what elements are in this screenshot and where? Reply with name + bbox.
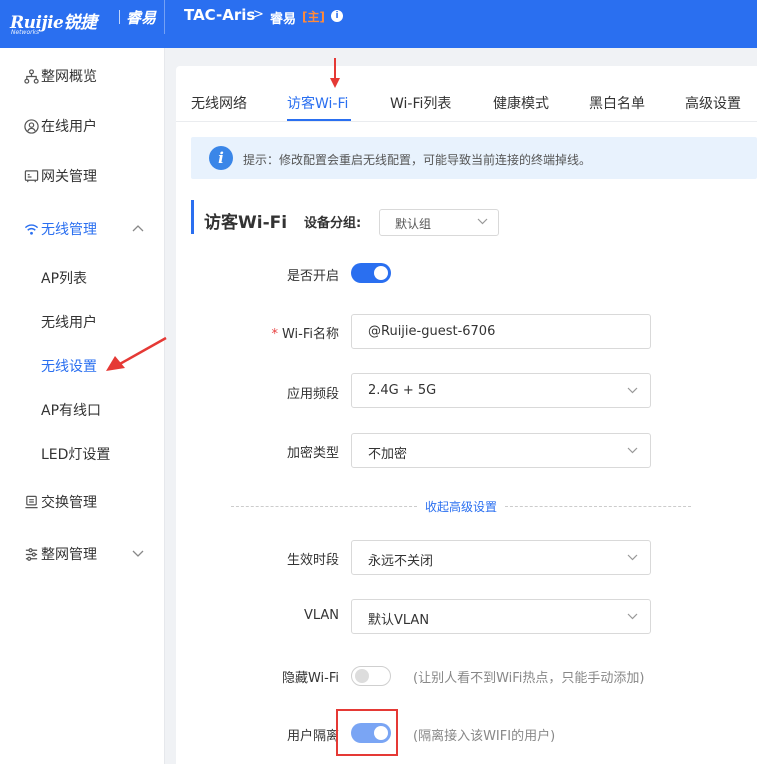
sidebar-item-switch[interactable]: 交换管理 (22, 490, 97, 514)
active-tab-indicator (287, 119, 351, 121)
band-select[interactable]: 2.4G + 5G (351, 373, 651, 408)
sidebar-subitem-wireless-users[interactable]: 无线用户 (41, 312, 97, 334)
hidden-wifi-label: 隐藏Wi-Fi (281, 671, 339, 686)
info-icon: i (209, 146, 233, 170)
device-group-value: 默认组 (395, 217, 432, 231)
ssid-label-text: Wi-Fi名称 (281, 327, 339, 342)
tab-black-white-list[interactable]: 黑白名单 (589, 93, 645, 113)
vlan-select[interactable]: 默认VLAN (351, 599, 651, 634)
chevron-down-icon (627, 550, 638, 564)
gateway-icon (22, 167, 40, 185)
required-mark: * (271, 327, 278, 342)
period-value: 永远不关闭 (368, 554, 434, 569)
topology-icon (22, 67, 40, 85)
ssid-value: @Ruijie-guest-6706 (368, 324, 496, 339)
annotation-arrow-sidebar (106, 336, 167, 371)
sidebar-item-online-users[interactable]: 在线用户 (22, 114, 97, 138)
sidebar-item-label: 网关管理 (41, 169, 97, 185)
encryption-value: 不加密 (368, 447, 408, 462)
period-label: 生效时段 (286, 553, 339, 568)
sidebar-item-overview[interactable]: 整网概览 (22, 64, 97, 88)
device-group-select[interactable]: 默认组 (379, 209, 499, 236)
notice-text: 提示：修改配置会重启无线配置，可能导致当前连接的终端掉线。 (243, 153, 592, 167)
annotation-arrow-tab (330, 58, 340, 88)
info-icon[interactable]: i (331, 10, 343, 22)
sidebar-item-gateway[interactable]: 网关管理 (22, 164, 97, 188)
brand-subtitle: Networks (11, 29, 40, 36)
tabs-divider (176, 121, 757, 122)
sidebar-item-label: 整网概览 (41, 69, 97, 85)
chevron-down-icon (627, 383, 638, 397)
vlan-label: VLAN (303, 608, 339, 623)
tab-wireless-network[interactable]: 无线网络 (191, 93, 247, 113)
tab-wifi-list[interactable]: Wi-Fi列表 (390, 93, 451, 113)
sidebar-subitem-wireless-settings[interactable]: 无线设置 (41, 356, 97, 378)
chevron-down-icon (627, 609, 638, 623)
toggle-knob (374, 266, 388, 280)
brand-separator (119, 10, 120, 24)
device-group-label: 设备分组: (304, 216, 362, 231)
hidden-wifi-toggle[interactable] (351, 666, 391, 686)
sidebar-subitem-ap-wired[interactable]: AP有线口 (41, 400, 101, 422)
encryption-label: 加密类型 (286, 446, 339, 461)
section-title: 访客Wi-Fi (204, 213, 288, 233)
brand-cn-logo: 睿易 (126, 9, 157, 27)
toggle-knob (355, 669, 369, 683)
divider-right (505, 506, 691, 507)
chevron-down-icon (627, 443, 638, 457)
tab-advanced-settings[interactable]: 高级设置 (685, 93, 741, 113)
top-bar: Ruijie锐捷 Networks 睿易 TAC-Aris > 睿易 [主] i (0, 0, 757, 48)
sidebar-item-label: 无线管理 (41, 222, 97, 238)
sidebar-subitem-led[interactable]: LED灯设置 (41, 444, 110, 466)
wifi-icon (22, 220, 40, 238)
vlan-value: 默认VLAN (368, 613, 430, 628)
section-accent-bar (191, 200, 194, 234)
sidebar-subitem-ap-list[interactable]: AP列表 (41, 268, 87, 290)
enable-toggle[interactable] (351, 263, 391, 283)
isolation-label: 用户隔离 (286, 729, 339, 744)
sidebar-item-network[interactable]: 整网管理 (22, 542, 97, 566)
switch-icon (22, 493, 40, 511)
enable-label: 是否开启 (286, 269, 339, 284)
annotation-highlight-box (336, 709, 398, 756)
ssid-label: * Wi-Fi名称 (189, 323, 339, 342)
band-label: 应用频段 (286, 387, 339, 402)
sidebar-item-wireless[interactable]: 无线管理 (22, 217, 97, 241)
period-select[interactable]: 永远不关闭 (351, 540, 651, 575)
sidebar-item-label: 整网管理 (41, 547, 97, 563)
settings-icon (22, 545, 40, 563)
device-name[interactable]: TAC-Aris (184, 6, 255, 24)
chevron-down-icon (477, 215, 488, 228)
band-value: 2.4G + 5G (368, 383, 437, 398)
ssid-input[interactable]: @Ruijie-guest-6706 (351, 314, 651, 349)
topbar-divider (164, 0, 165, 34)
encryption-select[interactable]: 不加密 (351, 433, 651, 468)
sidebar-item-label: 交换管理 (41, 495, 97, 511)
collapse-advanced-link[interactable]: 收起高级设置 (425, 498, 497, 515)
breadcrumb-network[interactable]: 睿易 (270, 8, 296, 27)
isolation-hint: (隔离接入该WIFI的用户) (413, 729, 556, 744)
breadcrumb-arrow: > (253, 7, 264, 22)
tab-health-mode[interactable]: 健康模式 (493, 93, 549, 113)
sidebar-item-label: 在线用户 (41, 119, 97, 135)
divider-left (231, 506, 417, 507)
chevron-down-icon[interactable] (132, 547, 144, 561)
user-icon (22, 117, 40, 135)
chevron-up-icon[interactable] (132, 221, 144, 235)
hidden-wifi-hint: (让别人看不到WiFi热点，只能手动添加) (413, 671, 645, 686)
tab-guest-wifi[interactable]: 访客Wi-Fi (287, 93, 348, 113)
master-tag: [主] (302, 10, 325, 24)
